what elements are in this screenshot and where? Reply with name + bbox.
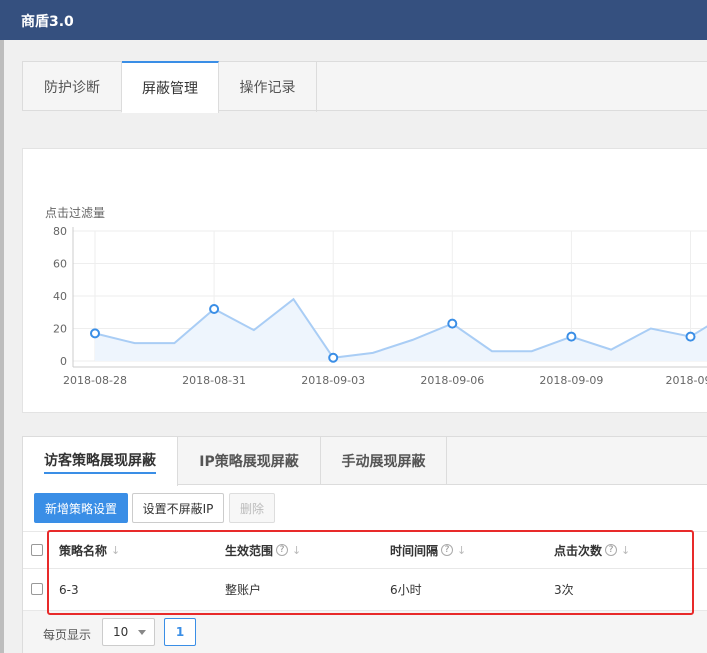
chart-title: 点击过滤量 bbox=[45, 206, 105, 220]
tab-visitor-policy[interactable]: 访客策略展现屏蔽 bbox=[23, 437, 178, 486]
x-tick-label: 2018-08-28 bbox=[63, 374, 127, 387]
cell-scope: 整账户 bbox=[225, 583, 262, 597]
help-icon[interactable]: ? bbox=[276, 544, 289, 556]
y-tick-label: 40 bbox=[53, 290, 67, 303]
col-interval-label: 时间间隔 bbox=[390, 543, 439, 558]
page-size-value: 10 bbox=[113, 625, 129, 639]
data-point bbox=[566, 331, 577, 342]
chevron-down-icon bbox=[138, 630, 146, 635]
x-tick-label: 2018-09-06 bbox=[420, 374, 484, 387]
data-point bbox=[685, 331, 696, 342]
col-policy-name-label: 策略名称 bbox=[59, 543, 108, 558]
sub-tab-bar: 访客策略展现屏蔽 IP策略展现屏蔽 手动展现屏蔽 bbox=[23, 437, 707, 486]
app-title: 商盾3.0 bbox=[21, 14, 74, 30]
tab-manual-block[interactable]: 手动展现屏蔽 bbox=[321, 437, 447, 485]
col-clicks-label: 点击次数 bbox=[554, 543, 603, 558]
tab-diagnosis[interactable]: 防护诊断 bbox=[23, 61, 122, 112]
col-interval[interactable]: 时间间隔 ? ↓ bbox=[390, 532, 466, 568]
sort-arrow-icon[interactable]: ↓ bbox=[292, 544, 301, 557]
help-icon[interactable]: ? bbox=[605, 544, 618, 556]
top-bar: 商盾3.0 bbox=[0, 0, 707, 40]
page-size-label: 每页显示 bbox=[43, 628, 92, 642]
page-size-select[interactable]: 10 bbox=[102, 618, 155, 646]
y-tick-label: 20 bbox=[53, 323, 67, 336]
y-tick-label: 80 bbox=[53, 225, 67, 238]
tab-operation-log[interactable]: 操作记录 bbox=[219, 61, 317, 112]
tab-ip-policy[interactable]: IP策略展现屏蔽 bbox=[178, 437, 321, 485]
click-filter-chart: 点击过滤量 0 20 40 60 80 2018-08-28 2018-08-31 2018-0… bbox=[45, 206, 707, 387]
series-area bbox=[95, 299, 707, 361]
col-clicks[interactable]: 点击次数 ? ↓ bbox=[554, 532, 630, 568]
col-scope[interactable]: 生效范围 ? ↓ bbox=[225, 532, 301, 568]
set-unblock-ip-button[interactable]: 设置不屏蔽IP bbox=[132, 493, 224, 523]
delete-button[interactable]: 删除 bbox=[229, 493, 275, 523]
table-header: 策略名称 ↓ 生效范围 ? ↓ 时间间隔 ? ↓ 点击次数 ? ↓ bbox=[23, 531, 707, 569]
table-row[interactable]: 6-3 整账户 6小时 3次 bbox=[23, 569, 707, 611]
add-policy-button[interactable]: 新增策略设置 bbox=[34, 493, 128, 523]
x-tick-label: 2018-09-03 bbox=[301, 374, 365, 387]
chart-card: 点击过滤量 0 20 40 60 80 2018-08-28 2018-08-31 2018-0… bbox=[22, 148, 707, 413]
row-checkbox[interactable] bbox=[31, 583, 43, 595]
sort-arrow-icon[interactable]: ↓ bbox=[111, 544, 120, 557]
data-point bbox=[328, 352, 339, 363]
page-button-current[interactable]: 1 bbox=[164, 618, 196, 646]
help-icon[interactable]: ? bbox=[441, 544, 454, 556]
policy-panel: 访客策略展现屏蔽 IP策略展现屏蔽 手动展现屏蔽 新增策略设置 设置不屏蔽IP … bbox=[22, 436, 707, 653]
cell-interval: 6小时 bbox=[390, 583, 422, 597]
x-tick-label: 2018-09-09 bbox=[539, 374, 603, 387]
cell-policy-name: 6-3 bbox=[59, 582, 79, 597]
col-policy-name[interactable]: 策略名称 ↓ bbox=[59, 532, 120, 568]
sort-arrow-icon[interactable]: ↓ bbox=[457, 544, 466, 557]
x-tick-label: 2018-09- bbox=[666, 374, 707, 387]
cell-clicks: 3次 bbox=[554, 583, 574, 597]
sort-arrow-icon[interactable]: ↓ bbox=[621, 544, 630, 557]
y-tick-label: 0 bbox=[60, 355, 67, 368]
x-tick-label: 2018-08-31 bbox=[182, 374, 246, 387]
col-scope-label: 生效范围 bbox=[225, 543, 274, 558]
select-all-checkbox[interactable] bbox=[31, 544, 43, 556]
main-tab-bar: 防护诊断 屏蔽管理 操作记录 bbox=[22, 61, 707, 113]
data-point bbox=[209, 304, 220, 314]
data-point bbox=[90, 328, 100, 339]
y-tick-label: 60 bbox=[53, 258, 67, 271]
tab-visitor-policy-label: 访客策略展现屏蔽 bbox=[44, 450, 156, 474]
data-point bbox=[447, 318, 458, 329]
tab-block-management[interactable]: 屏蔽管理 bbox=[122, 61, 219, 113]
pagination: 每页显示 10 1 bbox=[23, 611, 707, 653]
